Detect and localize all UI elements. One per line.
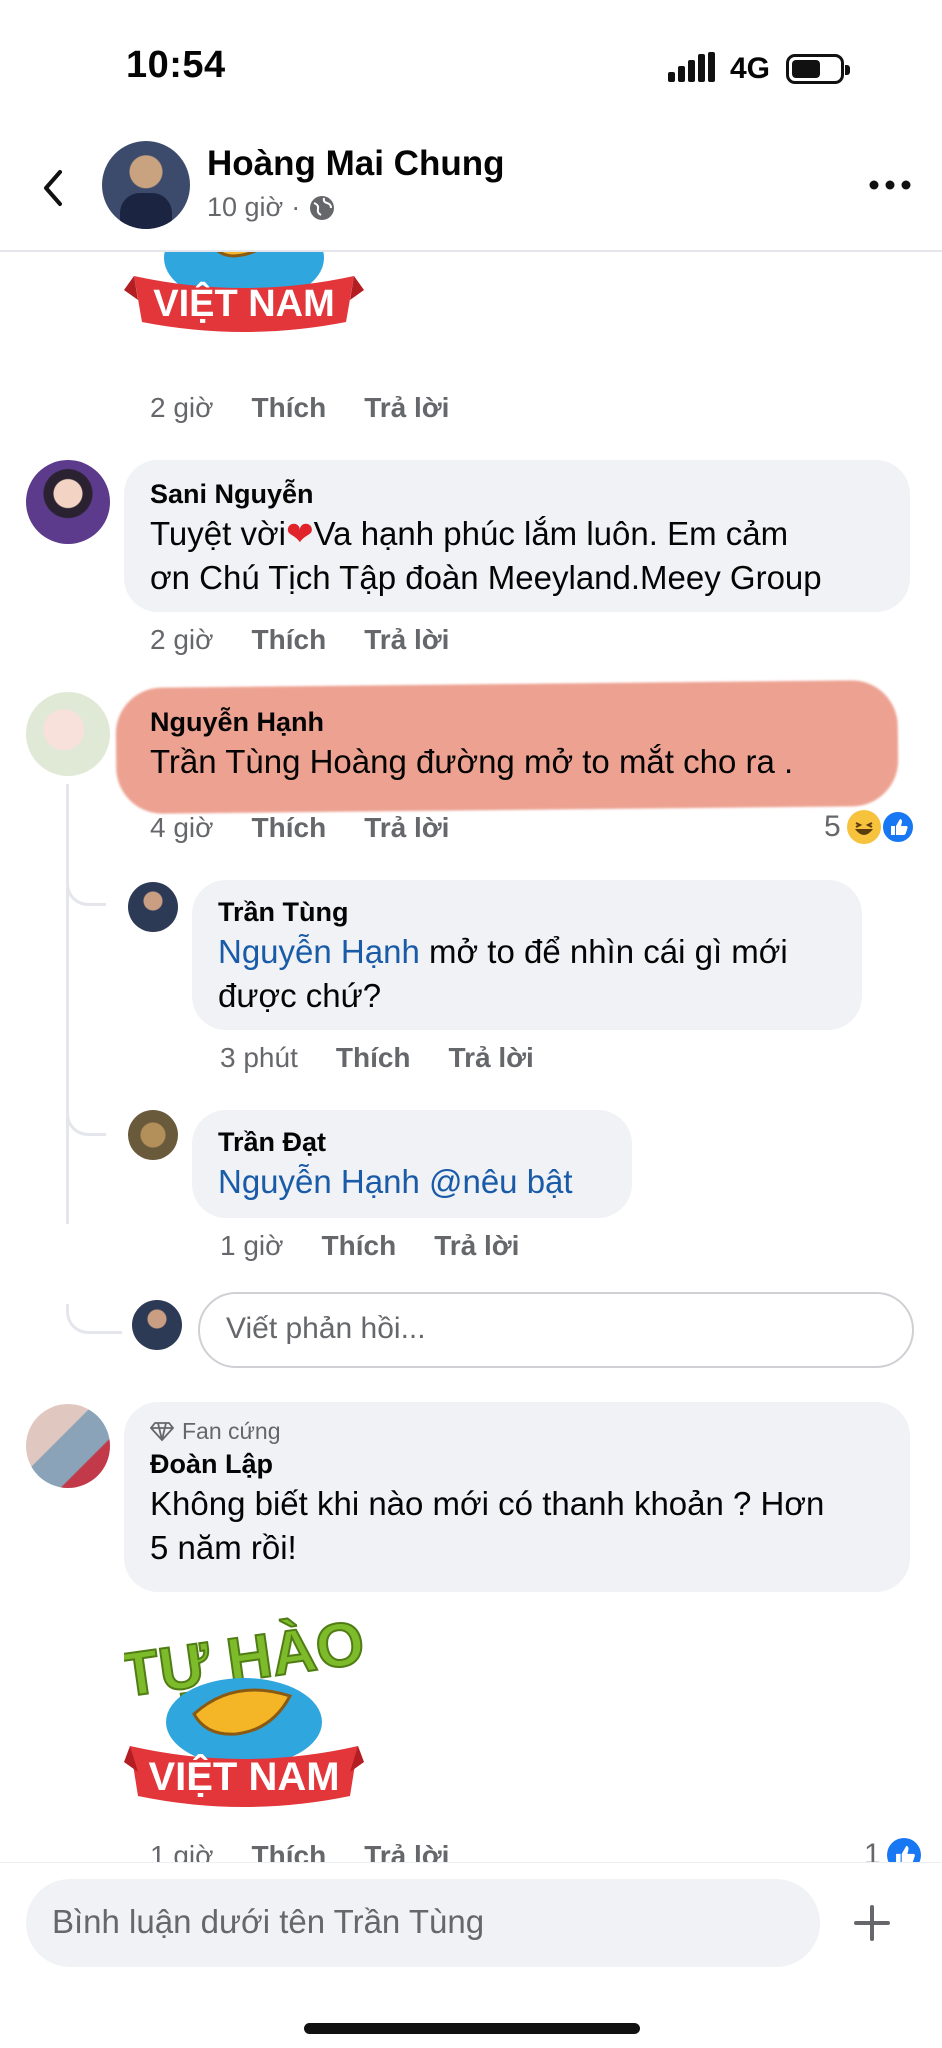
reaction-summary[interactable]: 1 [864,1838,921,1862]
author-name[interactable]: Hoàng Mai Chung [207,144,504,184]
comment-time: 4 giờ [150,812,214,843]
commenter-name[interactable]: Sani Nguyễn [150,476,884,512]
comment-actions: 3 phút Thích Trả lời [220,1042,534,1074]
comment-text: Nguyễn Hạnh mở to để nhìn cái gì mới đượ… [218,933,788,1014]
comment-time: 3 phút [220,1042,298,1073]
status-bar: 10:54 4G [0,0,942,130]
reaction-summary[interactable]: 5 [824,810,915,844]
reply-bubble: Trần Tùng Nguyễn Hạnh mở to để nhìn cái … [192,880,862,1030]
commenter-name[interactable]: Trần Tùng [218,894,836,930]
reply-button[interactable]: Trả lời [364,812,449,844]
comment-actions: 2 giờ Thích Trả lời [150,624,449,656]
comment-time: 2 giờ [150,624,214,655]
thread-connector [66,876,106,906]
mention-link[interactable]: Nguyễn Hạnh [218,1163,420,1200]
reply-input[interactable]: Viết phản hồi... [198,1292,914,1368]
avatar[interactable] [128,1110,178,1160]
avatar[interactable] [26,1404,110,1488]
like-button[interactable]: Thích [252,1840,327,1862]
mention-link[interactable]: Nguyễn Hạnh [218,933,420,970]
reply-bubble: Trần Đạt Nguyễn Hạnh @nêu bật [192,1110,632,1218]
comment-time: 1 giờ [220,1230,284,1261]
comments-list: VIỆT NAM 2 giờ Thích Trả lời Sani Nguyễn… [0,252,942,1862]
like-button[interactable]: Thích [252,624,327,656]
commenter-name[interactable]: Nguyễn Hạnh [150,704,858,740]
thread-line [66,784,69,1224]
commenter-name[interactable]: Đoàn Lập [150,1446,884,1482]
comment-text: Nguyễn Hạnh @nêu bật [218,1163,573,1200]
diamond-icon [150,1422,174,1442]
thread-connector [66,1304,122,1334]
comment-input[interactable]: Bình luận dưới tên Trần Tùng [26,1879,820,1967]
avatar[interactable] [128,882,178,932]
comment-composer: Bình luận dưới tên Trần Tùng [0,1862,942,2048]
comment-actions: 4 giờ Thích Trả lời [150,812,449,844]
post-header: Hoàng Mai Chung 10 giờ · [0,130,942,252]
reaction-count: 5 [824,810,841,843]
comment-bubble: Nguyễn Hạnh Trần Tùng Hoàng đường mở to … [124,694,884,794]
home-indicator [304,2023,640,2034]
like-button[interactable]: Thích [252,812,327,844]
my-avatar [132,1300,182,1350]
comment-bubble: Fan cứng Đoàn Lập Không biết khi nào mới… [124,1402,910,1592]
cellular-signal-icon [668,52,715,82]
comment-actions: 1 giờ Thích Trả lời [220,1230,519,1262]
sticker-bottom-text: VIỆT NAM [148,1753,339,1799]
plus-icon[interactable] [852,1903,892,1943]
reply-button[interactable]: Trả lời [449,1042,534,1074]
comment-bubble: Sani Nguyễn Tuyệt vời❤Va hạnh phúc lắm l… [124,460,910,612]
comment-text: Không biết khi nào mới có thanh khoản ? … [150,1485,825,1566]
reply-button[interactable]: Trả lời [434,1230,519,1262]
fan-badge: Fan cứng [150,1416,884,1446]
comment-time: 1 giờ [150,1840,214,1862]
haha-reaction-icon [846,810,881,844]
comment-time: 2 giờ [150,392,214,423]
thread-connector [66,1106,106,1136]
comment-text: Trần Tùng Hoàng đường mở to mắt cho ra . [150,743,794,780]
sticker-tu-hao-viet-nam: TỰ HÀO VIỆT NAM [116,1594,370,1830]
reaction-count: 1 [864,1838,881,1862]
like-reaction-icon [880,810,915,844]
meta-separator: · [291,192,301,222]
like-reaction-icon [886,1838,921,1862]
globe-icon [310,195,335,220]
more-options-icon[interactable] [868,170,912,200]
comment-text: Tuyệt vời❤Va hạnh phúc lắm luôn. Em cảm … [150,515,822,596]
avatar[interactable] [26,692,110,776]
battery-icon [786,54,850,84]
heart-emoji-icon: ❤ [285,515,314,552]
reply-button[interactable]: Trả lời [364,392,449,424]
post-time: 10 giờ [207,192,284,222]
sticker-text: VIỆT NAM [153,281,335,325]
commenter-name[interactable]: Trần Đạt [218,1124,606,1160]
reply-button[interactable]: Trả lời [364,624,449,656]
like-button[interactable]: Thích [252,392,327,424]
like-button[interactable]: Thích [322,1230,397,1262]
post-meta: 10 giờ · [207,192,336,223]
back-arrow-icon[interactable] [34,158,74,218]
network-type: 4G [730,52,771,85]
comment-actions: 2 giờ Thích Trả lời [150,392,449,424]
avatar[interactable] [26,460,110,544]
status-time: 10:54 [126,44,226,86]
like-button[interactable]: Thích [336,1042,411,1074]
comment-actions: 1 giờ Thích Trả lời [150,1840,449,1862]
reply-button[interactable]: Trả lời [364,1840,449,1862]
author-avatar[interactable] [102,141,190,229]
